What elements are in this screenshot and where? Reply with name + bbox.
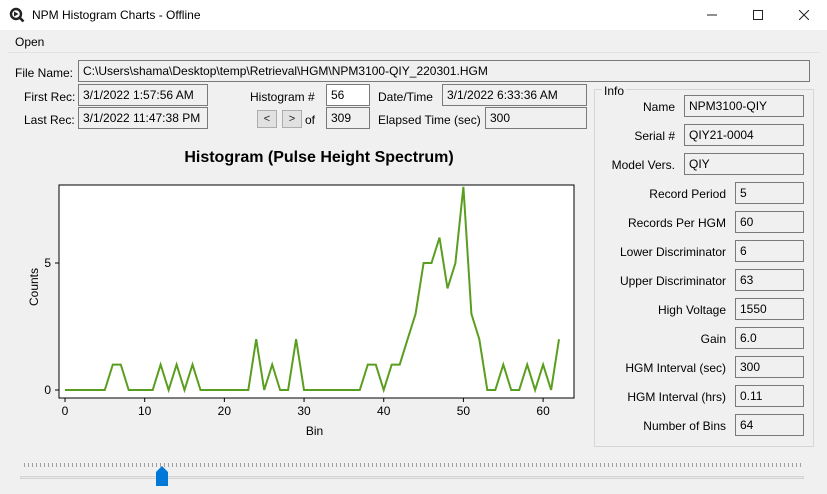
x-tick-label: 50	[457, 404, 471, 418]
hgm-interval-sec-field[interactable]: 300	[735, 356, 804, 378]
hgm-interval-hrs-field[interactable]: 0.11	[735, 385, 804, 407]
minimize-button[interactable]	[689, 0, 735, 30]
lower-discriminator-label: Lower Discriminator	[619, 245, 726, 259]
record-period-label: Record Period	[649, 187, 726, 201]
x-tick-label: 0	[62, 404, 69, 418]
close-icon	[799, 10, 809, 20]
lower-discriminator-field[interactable]: 6	[735, 240, 804, 262]
model-version-field[interactable]: QIY	[684, 153, 804, 175]
number-of-bins-field[interactable]: 64	[735, 414, 804, 436]
maximize-button[interactable]	[735, 0, 781, 30]
close-button[interactable]	[781, 0, 827, 30]
x-tick-label: 40	[377, 404, 391, 418]
hgm-interval-hrs-label: HGM Interval (hrs)	[627, 390, 726, 404]
upper-discriminator-field[interactable]: 63	[735, 269, 804, 291]
histogram-slider-thumb[interactable]	[156, 466, 169, 486]
serial-field[interactable]: QIY21-0004	[684, 124, 804, 146]
records-per-hgm-field[interactable]: 60	[735, 211, 804, 233]
gain-field[interactable]: 6.0	[735, 327, 804, 349]
serial-label: Serial #	[634, 129, 675, 143]
histogram-chart: 0 10 20 30 40 50 60 0 5 Bin Counts	[27, 184, 575, 438]
high-voltage-label: High Voltage	[657, 303, 726, 317]
plot-area	[58, 184, 575, 399]
name-field[interactable]: NPM3100-QIY	[684, 95, 804, 117]
info-legend: Info	[602, 84, 627, 98]
high-voltage-field[interactable]: 1550	[735, 298, 804, 320]
records-per-hgm-label: Records Per HGM	[627, 216, 726, 230]
upper-discriminator-label: Upper Discriminator	[619, 274, 726, 288]
y-tick-label: 5	[44, 256, 51, 270]
y-tick-label: 0	[44, 383, 51, 397]
minimize-icon	[707, 14, 717, 16]
maximize-icon	[753, 10, 763, 20]
y-axis-label: Counts	[27, 268, 41, 306]
x-tick-label: 20	[218, 404, 232, 418]
number-of-bins-label: Number of Bins	[643, 419, 726, 433]
name-label: Name	[642, 100, 675, 114]
gain-label: Gain	[700, 332, 726, 346]
x-tick-label: 60	[536, 404, 550, 418]
x-tick-label: 30	[297, 404, 311, 418]
record-period-field[interactable]: 5	[735, 182, 804, 204]
model-version-label: Model Vers.	[611, 158, 675, 172]
histogram-slider-track[interactable]	[20, 476, 804, 479]
hgm-interval-sec-label: HGM Interval (sec)	[625, 361, 726, 375]
x-axis-label: Bin	[306, 424, 323, 438]
slider-ticks	[24, 463, 802, 467]
x-tick-label: 10	[138, 404, 152, 418]
